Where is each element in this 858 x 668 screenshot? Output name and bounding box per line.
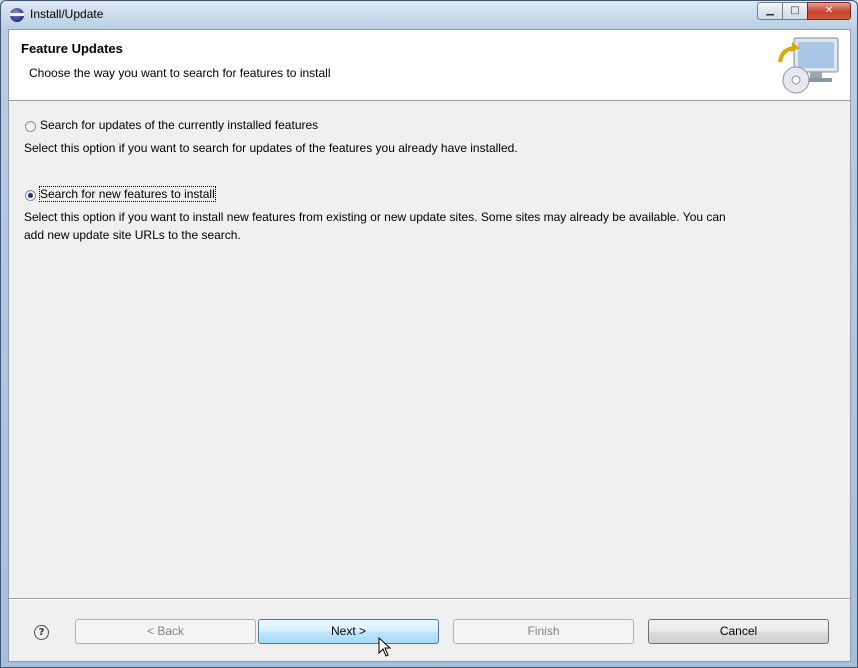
help-icon[interactable]: ? — [34, 625, 49, 640]
dialog-client-area: Feature Updates Choose the way you want … — [8, 29, 851, 662]
search-updates-description: Select this option if you want to search… — [24, 141, 518, 155]
eclipse-icon — [10, 8, 24, 22]
install-update-wizard-icon — [778, 37, 839, 94]
search-new-features-label[interactable]: Search for new features to install — [39, 186, 216, 202]
close-button[interactable]: ✕ — [807, 2, 851, 20]
mouse-cursor-icon — [378, 637, 392, 657]
wizard-header: Feature Updates Choose the way you want … — [9, 30, 850, 101]
page-title: Feature Updates — [21, 41, 123, 56]
finish-button[interactable]: Finish — [453, 619, 634, 644]
cancel-button[interactable]: Cancel — [648, 619, 829, 644]
minimize-button[interactable]: ▁ — [757, 2, 783, 20]
search-updates-label[interactable]: Search for updates of the currently inst… — [40, 118, 318, 132]
button-bar-separator — [9, 598, 850, 600]
search-new-features-radio[interactable] — [25, 190, 36, 201]
window-title: Install/Update — [30, 7, 104, 21]
back-button[interactable]: < Back — [75, 619, 256, 644]
next-button[interactable]: Next > — [258, 619, 439, 644]
search-updates-radio[interactable] — [25, 121, 36, 132]
page-subtitle: Choose the way you want to search for fe… — [29, 66, 331, 80]
maximize-button[interactable]: □ — [782, 2, 808, 20]
install-update-window: Install/Update ▁ □ ✕ Feature Updates Cho… — [0, 0, 858, 668]
title-bar[interactable]: Install/Update ▁ □ ✕ — [1, 1, 857, 29]
search-new-features-description-line1: Select this option if you want to instal… — [24, 210, 726, 224]
search-new-features-description-line2: add new update site URLs to the search. — [24, 228, 241, 242]
